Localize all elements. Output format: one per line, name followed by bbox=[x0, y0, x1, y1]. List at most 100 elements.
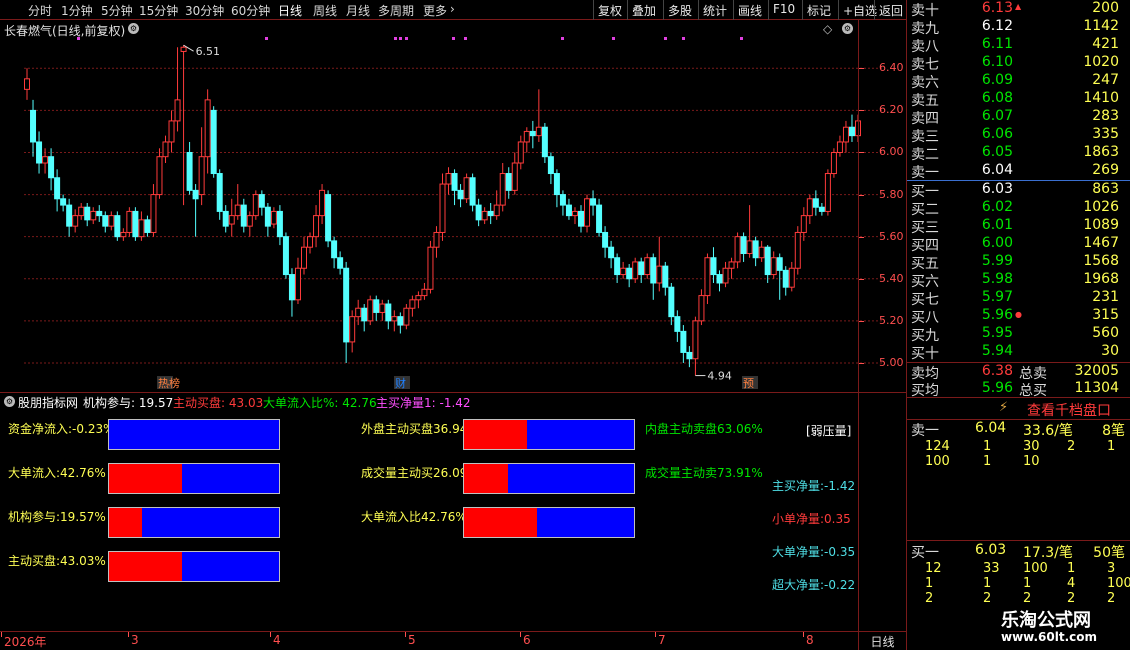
date-label-1: 3 bbox=[131, 633, 139, 647]
queue-cell: 2 bbox=[925, 591, 934, 606]
candle-body bbox=[728, 261, 735, 269]
candle-body bbox=[830, 151, 837, 175]
ask-row-9[interactable]: 卖一 6.04 269 bbox=[909, 162, 1129, 181]
order-depth-link[interactable]: 查看千档盘口 bbox=[1027, 400, 1111, 420]
period-tab-0[interactable]: 分时 bbox=[28, 2, 52, 19]
toolbar-button-2[interactable]: 多股 bbox=[663, 0, 696, 20]
event-marker-1[interactable]: 财 bbox=[395, 376, 406, 390]
toolbar-button-0[interactable]: 复权 bbox=[593, 0, 626, 20]
period-tab-5[interactable]: 60分钟 bbox=[231, 2, 270, 19]
period-tab-2[interactable]: 5分钟 bbox=[101, 2, 133, 19]
period-tab-10[interactable]: 更多 bbox=[423, 2, 447, 19]
event-marker-0[interactable]: 热榜 bbox=[158, 376, 180, 390]
ask-row-8[interactable]: 卖二 6.05 1863 bbox=[909, 144, 1129, 163]
queue-per: 33.6/笔 bbox=[1023, 423, 1073, 439]
candle-body bbox=[836, 141, 843, 153]
candle-body bbox=[156, 156, 163, 196]
bid-volume: 1968 bbox=[1083, 271, 1119, 287]
candle-body bbox=[680, 330, 687, 353]
toolbar-button-5[interactable]: F10 bbox=[768, 0, 799, 20]
indicator-left-label-3: 主动买盘:43.03% bbox=[8, 554, 106, 568]
bid-row-3[interactable]: 买四 6.00 1467 bbox=[909, 235, 1129, 254]
ask-row-3[interactable]: 卖七 6.10 1020 bbox=[909, 54, 1129, 73]
period-tab-6[interactable]: 日线 bbox=[278, 2, 302, 19]
ask-row-2[interactable]: 卖八 6.11 421 bbox=[909, 36, 1129, 55]
candle-body bbox=[565, 204, 572, 217]
candle-body bbox=[704, 257, 711, 297]
candle-body bbox=[294, 267, 301, 301]
candle-body bbox=[325, 194, 332, 242]
bid-row-6[interactable]: 买七 5.97 231 bbox=[909, 289, 1129, 308]
queue-cell: 10 bbox=[1023, 454, 1040, 469]
candle-body bbox=[192, 189, 199, 200]
ask-row-7[interactable]: 卖三 6.06 335 bbox=[909, 126, 1129, 145]
bid-volume: 1026 bbox=[1083, 199, 1119, 215]
more-chevron-icon[interactable]: › bbox=[450, 2, 455, 16]
ask-level-label: 卖九 bbox=[911, 21, 939, 37]
date-label-3: 5 bbox=[408, 633, 416, 647]
candle-body bbox=[481, 210, 488, 221]
date-tick-mark bbox=[520, 632, 521, 637]
bid-level-label: 买九 bbox=[911, 328, 939, 344]
bid-row-9[interactable]: 买十 5.94 30 bbox=[909, 343, 1129, 362]
period-tab-daily[interactable]: 日线 bbox=[858, 631, 906, 650]
ask-row-4[interactable]: 卖六 6.09 247 bbox=[909, 72, 1129, 91]
candle-body bbox=[535, 126, 542, 137]
candle-body bbox=[463, 177, 470, 200]
bar-fill bbox=[464, 508, 537, 537]
indicator-left-label-0: 资金净流入:-0.23% bbox=[8, 422, 115, 436]
toolbar-button-1[interactable]: 叠加 bbox=[627, 0, 660, 20]
queue-label: 买一 bbox=[911, 545, 939, 561]
candlestick-chart[interactable]: 6.51 4.94 热榜 财 预 bbox=[0, 20, 906, 392]
candle-body bbox=[517, 141, 524, 164]
candle-body bbox=[505, 173, 512, 191]
toolbar-button-8[interactable]: 返回 bbox=[874, 0, 907, 20]
indicator-value-dadan: 大单流入比%: 42.76 bbox=[263, 396, 377, 410]
bid-row-1[interactable]: 买二 6.02 1026 bbox=[909, 199, 1129, 218]
candle-body bbox=[421, 288, 428, 297]
candle-body bbox=[204, 99, 211, 158]
candle-body bbox=[391, 316, 398, 322]
candle-body bbox=[541, 126, 548, 158]
candle-body bbox=[150, 194, 157, 233]
price-tick: 5.20 bbox=[879, 313, 904, 327]
queue-count: 50笔 bbox=[1093, 545, 1125, 561]
ask-row-5[interactable]: 卖五 6.08 1410 bbox=[909, 90, 1129, 109]
period-tab-1[interactable]: 1分钟 bbox=[61, 2, 93, 19]
ask-row-6[interactable]: 卖四 6.07 283 bbox=[909, 108, 1129, 127]
period-tab-8[interactable]: 月线 bbox=[346, 2, 370, 19]
ask-price: 6.12 bbox=[981, 18, 1013, 34]
period-tab-4[interactable]: 30分钟 bbox=[185, 2, 224, 19]
signal-dot bbox=[612, 37, 615, 40]
bar-fill bbox=[464, 420, 527, 449]
event-marker-2[interactable]: 预 bbox=[743, 377, 754, 390]
toolbar-button-6[interactable]: 标记 bbox=[802, 0, 835, 20]
candle-body bbox=[246, 215, 253, 227]
period-tab-9[interactable]: 多周期 bbox=[378, 2, 414, 19]
queue-count: 8笔 bbox=[1102, 423, 1125, 439]
candle-body bbox=[590, 198, 597, 206]
candle-body bbox=[596, 204, 603, 233]
toolbar-button-3[interactable]: 统计 bbox=[698, 0, 731, 20]
candle-body bbox=[66, 204, 73, 227]
period-tab-3[interactable]: 15分钟 bbox=[139, 2, 178, 19]
bid-row-0[interactable]: 买一 6.03 863 bbox=[909, 181, 1129, 200]
ask-price: 6.07 bbox=[981, 108, 1013, 124]
candle-body bbox=[782, 269, 789, 288]
queue-cell: 3 bbox=[1107, 561, 1116, 576]
toolbar-button-4[interactable]: 画线 bbox=[733, 0, 766, 20]
bid-row-5[interactable]: 买六 5.98 1968 bbox=[909, 271, 1129, 290]
indicator-left-bar-0 bbox=[108, 419, 280, 450]
bid-row-4[interactable]: 买五 5.99 1568 bbox=[909, 253, 1129, 272]
candle-body bbox=[373, 299, 380, 313]
bid-row-2[interactable]: 买三 6.01 1089 bbox=[909, 217, 1129, 236]
indicator-mid-label-0: 外盘主动买盘36.94% bbox=[361, 422, 479, 436]
indicator-title[interactable]: 股朋指标网 bbox=[18, 394, 78, 411]
candle-body bbox=[174, 99, 181, 122]
indicator-settings-icon[interactable]: ⚙ bbox=[4, 396, 15, 407]
ask-row-1[interactable]: 卖九 6.12 1142 bbox=[909, 18, 1129, 37]
ask-level-label: 卖八 bbox=[911, 39, 939, 55]
bid-row-8[interactable]: 买九 5.95 560 bbox=[909, 325, 1129, 344]
queue-cell: 2 bbox=[1067, 439, 1076, 454]
period-tab-7[interactable]: 周线 bbox=[313, 2, 337, 19]
